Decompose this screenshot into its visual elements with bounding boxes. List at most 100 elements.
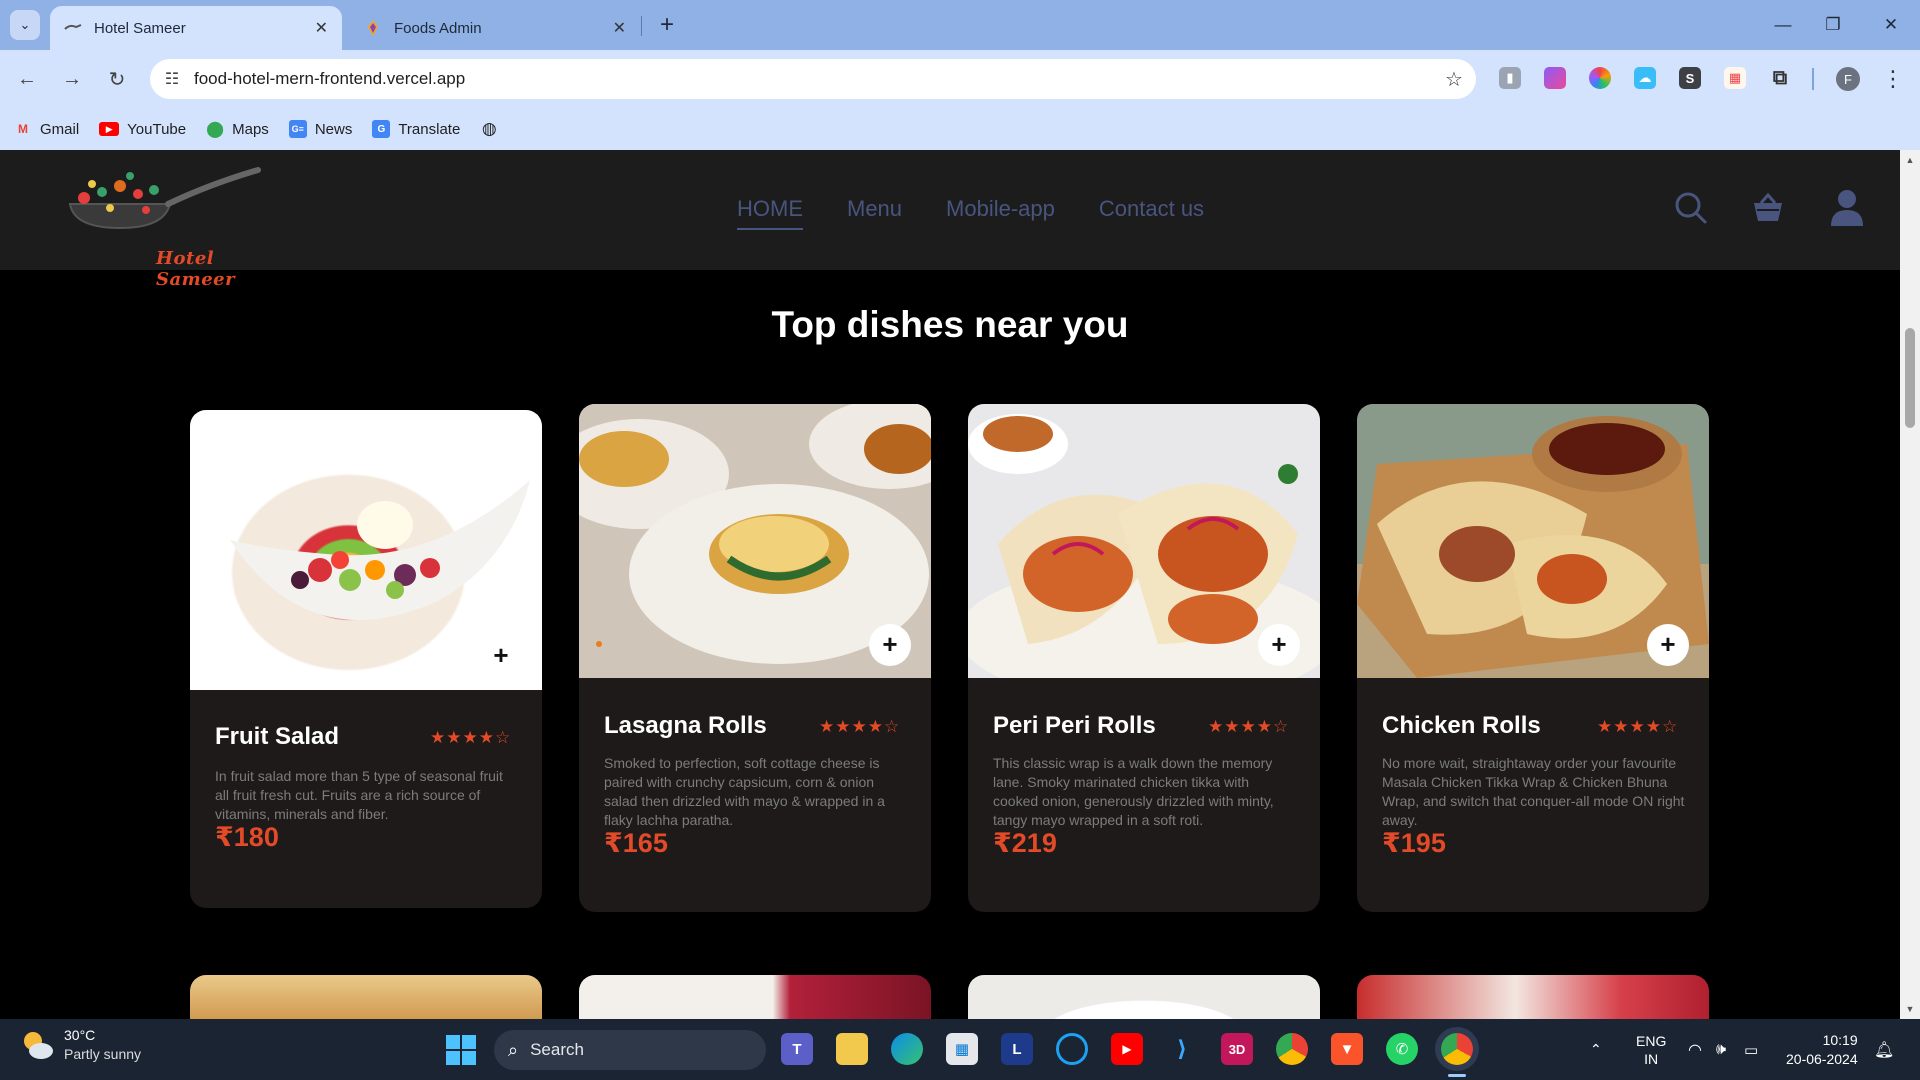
food-card-image-partial[interactable] bbox=[190, 975, 542, 1019]
extension-icon[interactable]: ▮ bbox=[1499, 67, 1521, 89]
logo-pan-icon bbox=[68, 167, 261, 230]
food-card[interactable]: + Peri Peri Rolls ★★★★☆ This classic wra… bbox=[968, 404, 1320, 912]
teams-icon[interactable]: T bbox=[781, 1033, 813, 1065]
cloud-extension-icon[interactable]: ☁ bbox=[1634, 67, 1656, 89]
search-icon[interactable] bbox=[1671, 188, 1711, 228]
tray-overflow-icon[interactable]: ⌃ bbox=[1590, 1019, 1602, 1080]
scroll-thumb[interactable] bbox=[1905, 328, 1915, 428]
bookmark-youtube[interactable]: ▶ YouTube bbox=[99, 121, 186, 138]
cortana-icon[interactable] bbox=[1056, 1033, 1088, 1065]
browser-menu-icon[interactable]: ⋮ bbox=[1882, 64, 1904, 94]
bookmark-label: Gmail bbox=[40, 120, 80, 138]
add-to-cart-button[interactable]: + bbox=[1647, 624, 1689, 666]
language-indicator[interactable]: ENG IN bbox=[1636, 1019, 1666, 1080]
url-text[interactable]: food-hotel-mern-frontend.vercel.app bbox=[194, 69, 1432, 89]
taskbar-search[interactable]: ⌕ Search bbox=[494, 1030, 766, 1070]
close-window-button[interactable]: ✕ bbox=[1862, 0, 1920, 50]
add-to-cart-button[interactable]: + bbox=[480, 635, 522, 677]
volume-icon[interactable]: 🕪 bbox=[1716, 1019, 1726, 1080]
l-app-icon[interactable]: L bbox=[1001, 1033, 1033, 1065]
bookmark-gmail[interactable]: M Gmail bbox=[14, 120, 79, 138]
color-picker-extension-icon[interactable] bbox=[1589, 67, 1611, 89]
dish-description: This classic wrap is a walk down the mem… bbox=[993, 755, 1274, 828]
bookmark-label: News bbox=[314, 120, 353, 138]
bookmark-globe[interactable]: ◍ bbox=[480, 119, 506, 138]
bookmark-translate[interactable]: G Translate bbox=[372, 120, 460, 138]
close-tab-icon[interactable]: ✕ bbox=[613, 18, 626, 38]
windows-start-icon[interactable] bbox=[446, 1035, 476, 1065]
site-navbar: Hotel Sameer HOME Menu Mobile-app Contac… bbox=[0, 150, 1900, 290]
food-card[interactable]: + Lasagna Rolls ★★★★☆ Smoked to perfecti… bbox=[579, 404, 931, 912]
notification-bell-icon[interactable]: 🔔︎ bbox=[1874, 1019, 1894, 1080]
add-to-cart-button[interactable]: + bbox=[869, 624, 911, 666]
dish-price: ₹195 bbox=[1382, 828, 1446, 858]
toolbar-divider bbox=[1812, 68, 1814, 90]
food-card-image-partial[interactable] bbox=[1357, 975, 1709, 1019]
food-card-image-partial[interactable] bbox=[579, 975, 931, 1019]
tab-search-button[interactable]: ⌄ bbox=[10, 10, 40, 40]
nav-home[interactable]: HOME bbox=[737, 196, 803, 230]
food-card[interactable]: + Chicken Rolls ★★★★☆ No more wait, stra… bbox=[1357, 404, 1709, 912]
tab-hotel-sameer[interactable]: Hotel Sameer ✕ bbox=[50, 6, 342, 50]
bookmark-star-icon[interactable]: ☆ bbox=[1432, 67, 1476, 92]
food-card-image-partial[interactable] bbox=[968, 975, 1320, 1019]
page-scrollbar[interactable]: ▲ ▼ bbox=[1900, 150, 1920, 1019]
chrome-icon[interactable] bbox=[1276, 1033, 1308, 1065]
add-to-cart-button[interactable]: + bbox=[1258, 624, 1300, 666]
basket-icon[interactable] bbox=[1748, 188, 1788, 228]
site-info-icon[interactable]: ☷ bbox=[150, 69, 194, 89]
new-tab-button[interactable]: + bbox=[652, 10, 682, 40]
rating-stars: ★★★★☆ bbox=[819, 717, 901, 736]
active-app-indicator bbox=[1448, 1074, 1466, 1077]
battery-icon[interactable]: ▭ bbox=[1744, 1019, 1758, 1080]
weather-temperature: 30°C bbox=[64, 1027, 96, 1043]
brave-icon[interactable]: ▼ bbox=[1331, 1033, 1363, 1065]
reload-button[interactable]: ↻ bbox=[102, 64, 132, 94]
tab-title: Hotel Sameer bbox=[94, 19, 186, 37]
scroll-down-arrow-icon[interactable]: ▼ bbox=[1900, 1001, 1920, 1017]
food-card[interactable]: + Fruit Salad ★★★★☆ In fruit salad more … bbox=[190, 410, 542, 908]
3d-viewer-icon[interactable]: 3D bbox=[1221, 1033, 1253, 1065]
forward-button[interactable]: → bbox=[57, 64, 87, 94]
dish-name: Chicken Rolls bbox=[1382, 712, 1541, 739]
tab-divider bbox=[641, 16, 642, 36]
section-heading: Top dishes near you bbox=[771, 304, 1129, 345]
calendar-extension-icon[interactable]: ▦ bbox=[1724, 67, 1746, 89]
main-menu: HOME Menu Mobile-app Contact us bbox=[737, 196, 1248, 230]
globe-icon: ◍ bbox=[481, 119, 497, 138]
nav-contact-us[interactable]: Contact us bbox=[1099, 196, 1204, 230]
tab-title: Foods Admin bbox=[394, 19, 482, 37]
region-code: IN bbox=[1644, 1050, 1659, 1067]
restore-button[interactable]: ❐ bbox=[1804, 0, 1862, 50]
clock-time: 10:19 bbox=[1822, 1031, 1858, 1048]
bookmark-news[interactable]: G≡ News bbox=[288, 120, 353, 138]
s-extension-icon[interactable]: S bbox=[1679, 67, 1701, 89]
edge-icon[interactable] bbox=[891, 1033, 923, 1065]
browser-toolbar: ← → ↻ ☷ food-hotel-mern-frontend.vercel.… bbox=[0, 50, 1920, 108]
bookmark-label: Maps bbox=[232, 120, 269, 138]
whatsapp-icon[interactable]: ✆ bbox=[1386, 1033, 1418, 1065]
partly-sunny-icon bbox=[20, 1028, 54, 1062]
extensions-puzzle-icon[interactable]: ⧉ bbox=[1769, 67, 1791, 89]
site-logo[interactable]: Hotel Sameer bbox=[60, 164, 266, 290]
vscode-icon[interactable]: ⟩ bbox=[1166, 1033, 1198, 1065]
file-explorer-icon[interactable] bbox=[836, 1033, 868, 1065]
profile-avatar[interactable]: F bbox=[1836, 67, 1860, 91]
dish-name: Fruit Salad bbox=[215, 723, 340, 750]
store-icon[interactable]: ▦ bbox=[946, 1033, 978, 1065]
weather-widget[interactable]: 30°C Partly sunny bbox=[20, 1027, 141, 1062]
chrome-profile-icon[interactable] bbox=[1441, 1033, 1473, 1065]
extension-icon[interactable] bbox=[1544, 67, 1566, 89]
nav-mobile-app[interactable]: Mobile-app bbox=[946, 196, 1055, 230]
youtube-app-icon[interactable]: ▶ bbox=[1111, 1033, 1143, 1065]
address-bar[interactable]: ☷ food-hotel-mern-frontend.vercel.app ☆ bbox=[150, 59, 1476, 99]
wifi-icon[interactable]: ◠ bbox=[1688, 1019, 1702, 1080]
nav-menu[interactable]: Menu bbox=[847, 196, 902, 230]
close-tab-icon[interactable]: ✕ bbox=[315, 18, 328, 38]
back-button[interactable]: ← bbox=[12, 64, 42, 94]
clock[interactable]: 10:19 20-06-2024 bbox=[1786, 1019, 1858, 1080]
scroll-up-arrow-icon[interactable]: ▲ bbox=[1900, 152, 1920, 168]
profile-icon[interactable] bbox=[1827, 188, 1867, 228]
tab-foods-admin[interactable]: Foods Admin ✕ bbox=[350, 6, 640, 50]
bookmark-maps[interactable]: ⬤ Maps bbox=[206, 120, 269, 139]
